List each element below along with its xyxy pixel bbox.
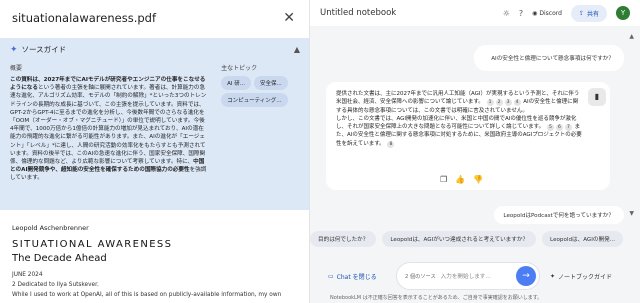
suggestion-row: 目的は何でしたか？ Leopoldは、AGIがいつ達成されると考えていますか？ … <box>310 231 640 247</box>
doc-date: JUNE 2024 <box>12 272 43 278</box>
source-panel: situationalawareness.pdf ✕ ✦ ソースガイド ▲ 概要… <box>0 0 310 303</box>
topic-chip[interactable]: AI 研... <box>221 76 252 90</box>
doc-intro: While I used to work at OpenAI, all of t… <box>12 292 282 298</box>
scroll-up-icon[interactable]: ▲ <box>629 33 634 40</box>
suggestion-chip[interactable]: Leopoldは、AGIの開発... <box>542 231 624 247</box>
source-guide-title: ソースガイド <box>21 45 67 54</box>
notebook-guide-button[interactable]: ✦ ノートブックガイド <box>550 272 612 281</box>
thumbs-up-icon[interactable]: 👍 <box>455 175 465 184</box>
thumbs-down-icon[interactable]: 👎 <box>473 175 483 184</box>
discord-label: Discord <box>539 9 562 17</box>
close-chat-button[interactable]: ▭ Chat を閉じる <box>320 272 390 281</box>
topic-chip[interactable]: 安全保... <box>254 76 288 90</box>
send-button[interactable]: → <box>516 266 536 286</box>
user-question-2: LeopoldはPodcastで何を語っていますか？ <box>494 206 624 224</box>
avatar[interactable]: Y <box>616 6 630 20</box>
discord-icon: ◉ <box>532 9 538 17</box>
help-icon[interactable]: ? <box>519 9 523 18</box>
doc-author: Leopold Aschenbrenner <box>12 224 89 232</box>
summary-text: この資料は、2027年までにAIモデルが研究者やエンジニアの仕事をこなせるように… <box>10 76 207 206</box>
summary-body: という著者の主張を軸に展開されています。著者は、計算能力の急速な進化、アルゴリズ… <box>10 85 207 166</box>
chat-input[interactable]: 入力を開始します... <box>441 272 516 280</box>
pin-icon[interactable]: ▮ <box>588 88 606 106</box>
share-icon: ⇪ <box>578 9 584 17</box>
chat-input-wrapper[interactable]: 2 個のソース 入力を開始します... → <box>396 262 540 290</box>
citation-badge[interactable]: 7 <box>564 124 572 132</box>
ai-answer: 提供された文書は、主に2027年までに汎用人工知能（AGI）が実現するという予測… <box>326 82 610 190</box>
suggestion-chip[interactable]: 目的は何でしたか？ <box>310 231 377 247</box>
citation-badge[interactable]: 2 <box>495 99 503 107</box>
user-question: AIの安全性と倫理について懸念事項は何ですか？ <box>474 45 624 71</box>
share-label: 共有 <box>586 10 599 18</box>
notebook-panel: Untitled notebook ☼ ? ◉ Discord ⇪ 共有 Y ▲ A… <box>310 0 640 303</box>
answer-actions: ❐ 👍 👎 <box>440 175 483 184</box>
citation-badge[interactable]: 6 <box>555 124 563 132</box>
source-count: 2 個のソース <box>405 273 436 280</box>
doc-title: SITUATIONAL AWARENESS <box>12 239 173 250</box>
summary-label: 概要 <box>10 65 23 72</box>
answer-text-2: しかし、この文書では、AGI開発の加速化に伴い、米国と中国の間でAIの優位性を巡… <box>336 115 577 131</box>
source-header: situationalawareness.pdf ✕ <box>0 0 309 36</box>
discord-link[interactable]: ◉ Discord <box>532 10 562 17</box>
citation-badge[interactable]: 5 <box>546 124 554 132</box>
doc-dedication: 2 Dedicated to Ilya Sutskever. <box>12 282 99 288</box>
doc-subtitle: The Decade Ahead <box>12 253 107 264</box>
source-guide-header[interactable]: ✦ ソースガイド ▲ <box>10 44 300 55</box>
share-button[interactable]: ⇪ 共有 <box>570 4 607 22</box>
notebook-guide-label: ノートブックガイド <box>558 273 613 281</box>
source-title: situationalawareness.pdf <box>12 11 157 25</box>
document-content: Leopold Aschenbrenner SITUATIONAL AWAREN… <box>0 215 309 298</box>
composer: ▭ Chat を閉じる 2 個のソース 入力を開始します... → ✦ ノートブック… <box>320 260 632 292</box>
summary-section: 概要 この資料は、2027年までにAIモデルが研究者やエンジニアの仕事をこなせる… <box>10 63 207 206</box>
citation-badge[interactable]: 8 <box>387 140 395 148</box>
suggestion-chip[interactable]: Leopoldは、AGIがいつ達成されると考えていますか？ <box>382 231 537 247</box>
citation-badge[interactable]: 1 <box>486 99 494 107</box>
notebook-title[interactable]: Untitled notebook <box>320 8 396 18</box>
close-chat-label: Chat を閉じる <box>336 273 377 281</box>
disclaimer: NotebookLM は不正確な回答を表示することがあるため、ご自身で事実確認を… <box>330 295 543 301</box>
citation-badge[interactable]: 3 <box>504 99 512 107</box>
close-icon[interactable]: ✕ <box>283 10 295 26</box>
source-guide: ✦ ソースガイド ▲ 概要 この資料は、2027年までにAIモデルが研究者やエン… <box>0 38 309 210</box>
citation-badge[interactable]: 4 <box>513 99 521 107</box>
sparkle-icon: ✦ <box>550 272 556 280</box>
sparkle-icon: ✦ <box>10 44 18 55</box>
copy-icon[interactable]: ❐ <box>440 175 447 184</box>
scroll-down-icon[interactable]: ▼ <box>629 210 634 217</box>
chat-icon: ▭ <box>328 272 334 280</box>
theme-icon[interactable]: ☼ <box>503 9 510 18</box>
topics-label: 主なトピック <box>221 65 258 72</box>
topic-chip[interactable]: コンピューティング... <box>221 93 288 107</box>
topics-section: 主なトピック AI 研... 安全保... コンピューティング... <box>221 63 300 206</box>
chevron-up-icon[interactable]: ▲ <box>294 45 300 54</box>
top-bar: Untitled notebook ☼ ? ◉ Discord ⇪ 共有 Y <box>310 0 640 26</box>
